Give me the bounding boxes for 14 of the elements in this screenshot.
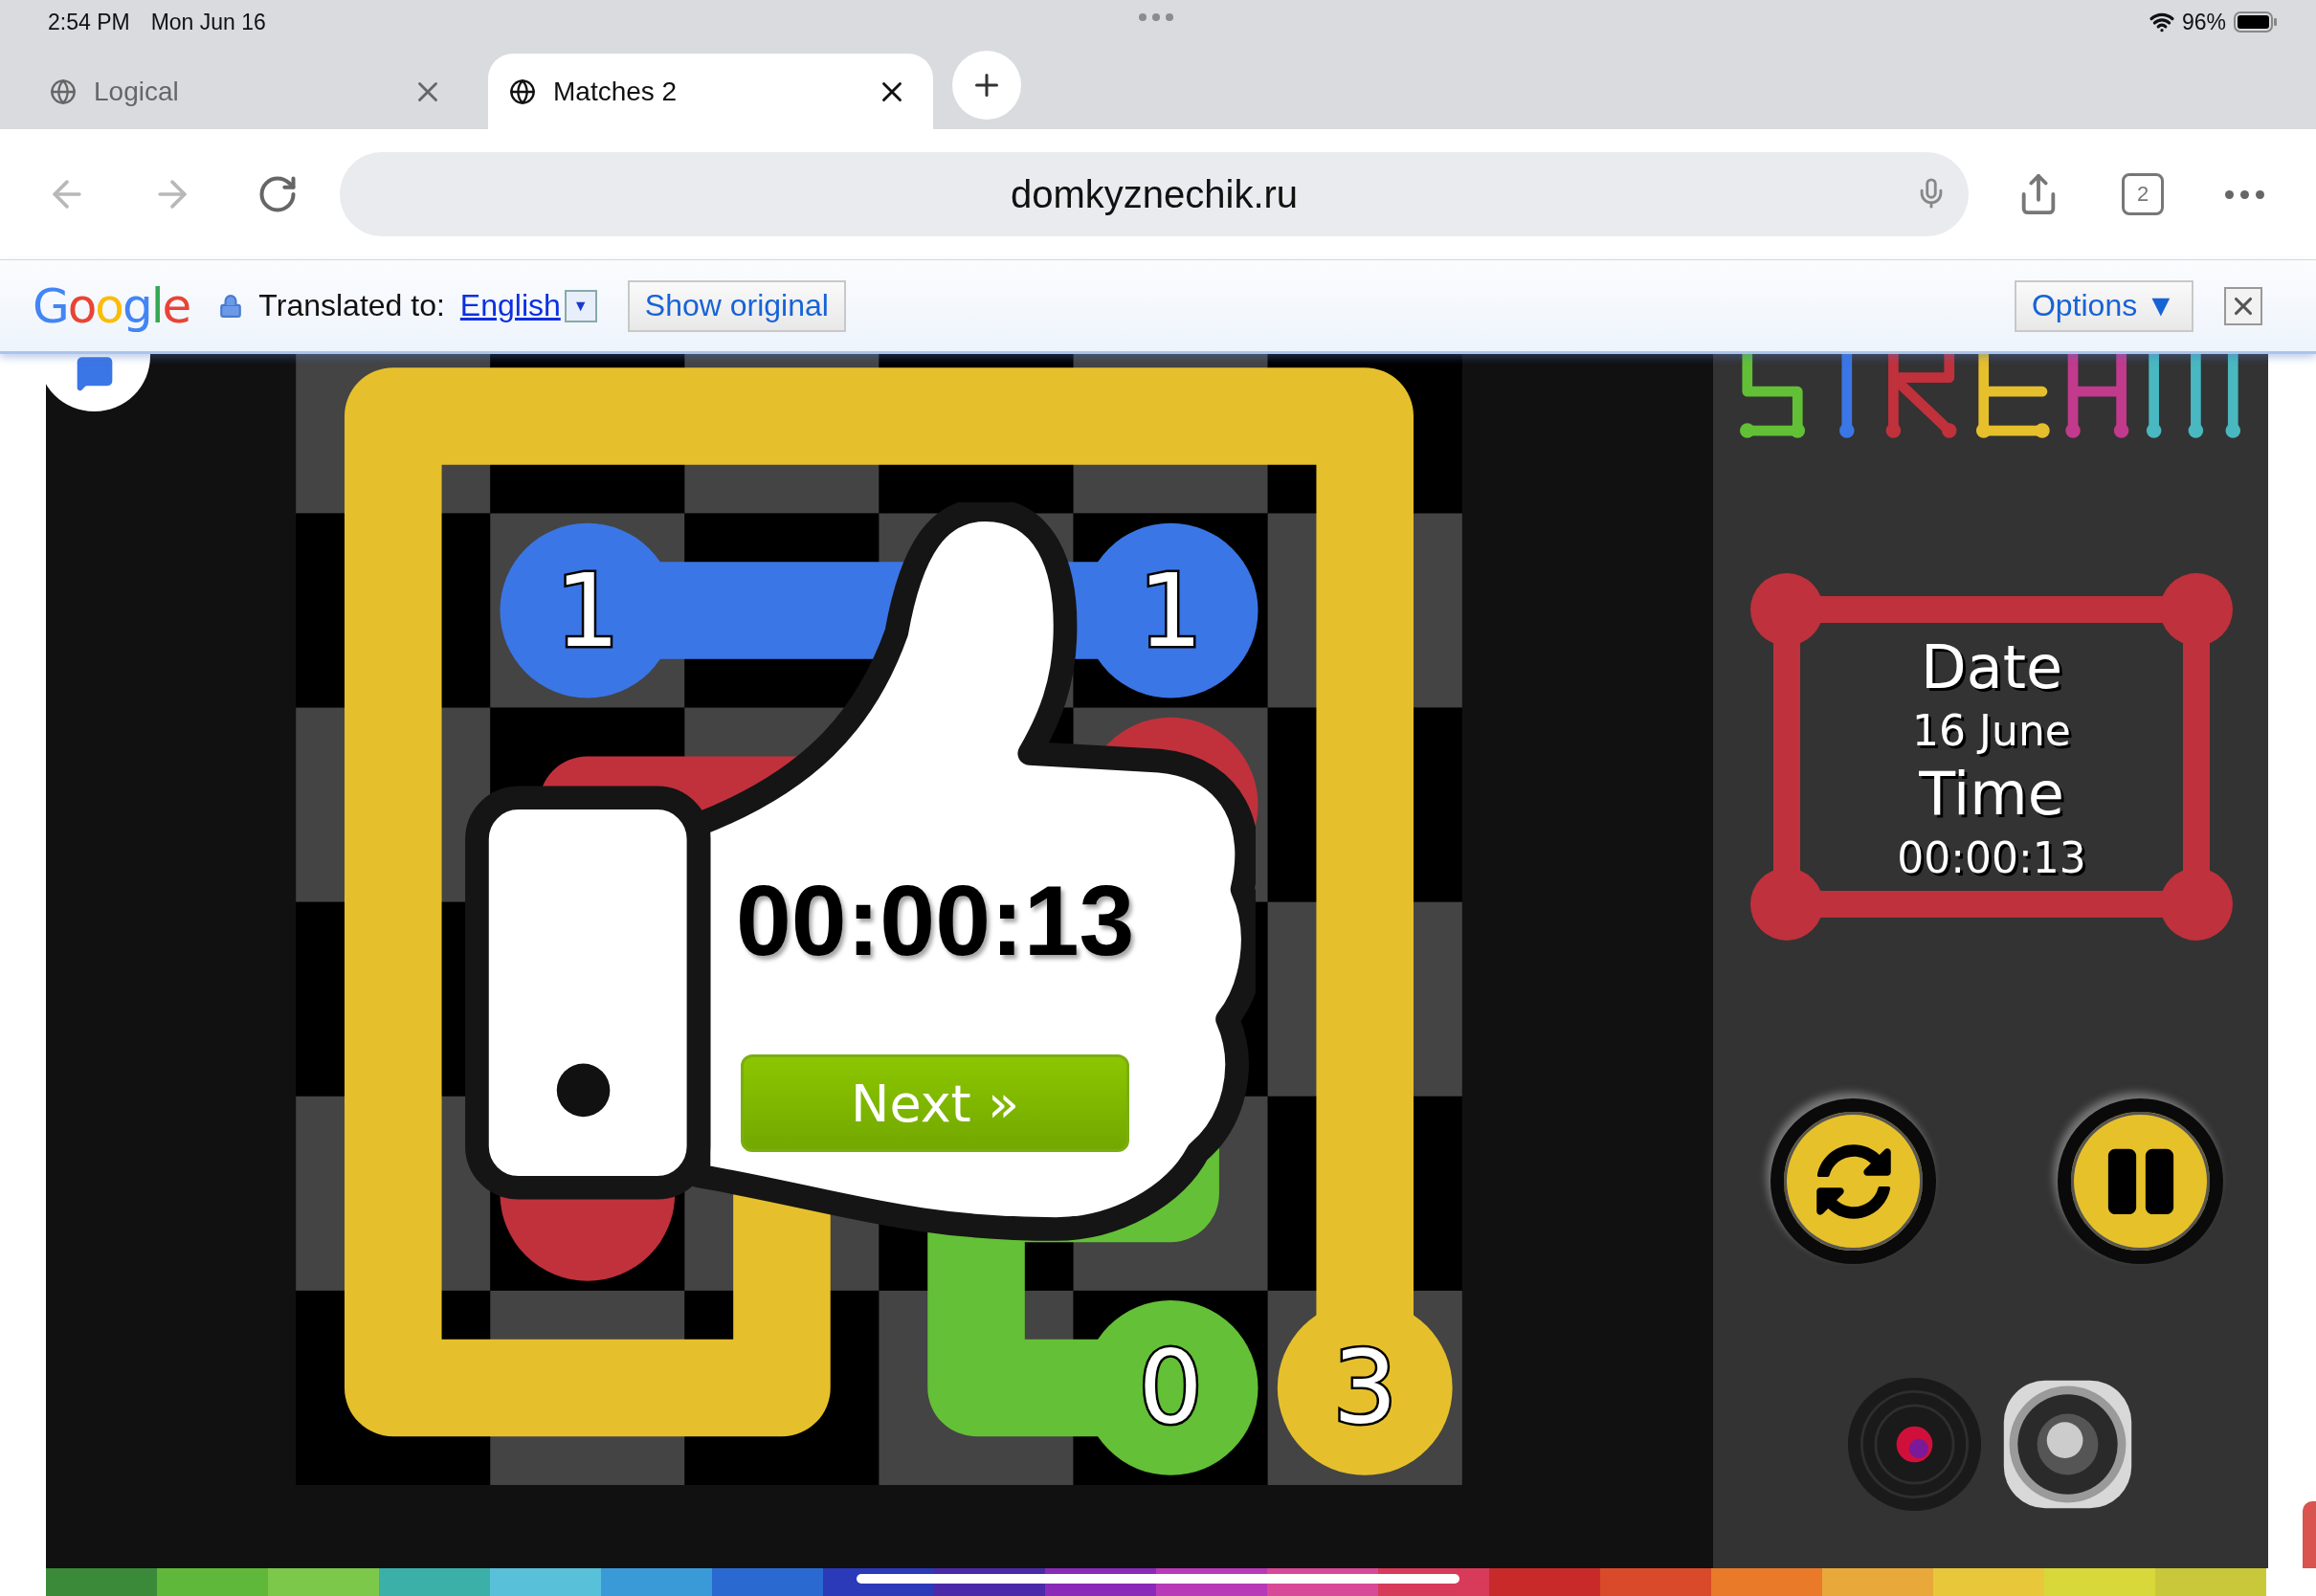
time-label: Time xyxy=(1919,758,2064,831)
battery-percent: 96% xyxy=(2181,9,2226,35)
clock-time: 2:54 PM xyxy=(48,9,130,35)
translated-label: Translated to: xyxy=(258,288,445,323)
node-number: 3 xyxy=(1332,1329,1397,1447)
node-number: 1 xyxy=(555,551,620,670)
google-logo: Google xyxy=(33,277,190,334)
node-number: 1 xyxy=(1138,551,1203,670)
date-value: 16 June xyxy=(1912,705,2071,757)
result-time: 00:00:13 xyxy=(736,866,1135,976)
time-value: 00:00:13 xyxy=(1897,831,2086,884)
status-date: Mon Jun 16 xyxy=(150,9,266,35)
date-label: Date xyxy=(1920,631,2063,704)
node-number: 0 xyxy=(1138,1329,1203,1447)
